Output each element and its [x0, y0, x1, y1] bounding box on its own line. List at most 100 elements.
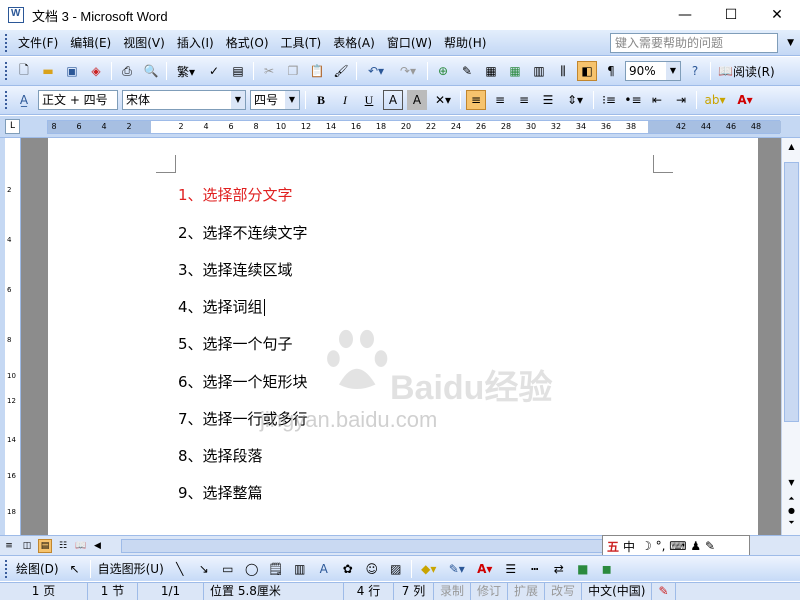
menu-help[interactable]: 帮助(H): [438, 32, 492, 54]
autoshapes-button[interactable]: 自选图形(U): [94, 560, 168, 577]
line-color-icon[interactable]: ✎▾: [445, 559, 469, 579]
oval-tool-icon[interactable]: ◯: [242, 559, 262, 579]
horizontal-scroll-thumb[interactable]: [120, 538, 621, 553]
format-painter-icon[interactable]: 🖌: [331, 61, 351, 81]
minimize-button[interactable]: —: [662, 0, 708, 30]
cut-icon[interactable]: ✂: [259, 61, 279, 81]
toolbar-grip[interactable]: [5, 559, 8, 578]
line-tool-icon[interactable]: ╲: [170, 559, 190, 579]
doc-line-8[interactable]: 8、选择段落: [178, 445, 263, 466]
show-hide-icon[interactable]: ¶: [601, 61, 621, 81]
char-border-icon[interactable]: A: [383, 90, 403, 110]
doc-line-4[interactable]: 4、选择词组: [178, 296, 265, 317]
align-center-icon[interactable]: ≡: [490, 90, 510, 110]
zoom-select[interactable]: 90% ▼: [625, 61, 681, 81]
insert-excel-icon[interactable]: ▦: [505, 61, 525, 81]
decrease-indent-icon[interactable]: ⇤: [647, 90, 667, 110]
chevron-down-icon[interactable]: ▼: [231, 91, 245, 109]
paste-icon[interactable]: 📋: [307, 61, 327, 81]
select-object-icon[interactable]: ↖: [65, 559, 85, 579]
arrow-style-icon[interactable]: ⇄: [549, 559, 569, 579]
tab-selector[interactable]: L: [5, 119, 20, 134]
new-document-icon[interactable]: 🗋: [14, 61, 34, 81]
help-dropdown-icon[interactable]: ▼: [787, 38, 794, 48]
font-select[interactable]: 宋体 ▼: [122, 90, 246, 110]
scroll-left-icon[interactable]: ◀: [94, 541, 101, 551]
traditional-chinese-icon[interactable]: 繁▾: [172, 61, 200, 81]
close-button[interactable]: ✕: [754, 0, 800, 30]
dash-style-icon[interactable]: ┅: [525, 559, 545, 579]
document-page[interactable]: 1、选择部分文字 2、选择不连续文字 3、选择连续区域 4、选择词组 5、选择一…: [48, 138, 758, 535]
status-record[interactable]: 录制: [434, 583, 472, 600]
vertical-ruler[interactable]: 2 4 6 8 10 12 14 16 18: [5, 138, 21, 535]
italic-button[interactable]: I: [335, 90, 355, 110]
menu-file[interactable]: 文件(F): [12, 32, 64, 54]
permission-icon[interactable]: ◈: [86, 61, 106, 81]
doc-line-2[interactable]: 2、选择不连续文字: [178, 222, 308, 243]
menu-tools[interactable]: 工具(T): [275, 32, 328, 54]
toolbar-grip[interactable]: [5, 91, 8, 109]
doc-line-6[interactable]: 6、选择一个矩形块: [178, 371, 308, 392]
scroll-up-icon[interactable]: ▲: [784, 142, 799, 151]
ime-icons[interactable]: ☽ °, ⌨ ♟ ✎: [641, 539, 715, 553]
open-folder-icon[interactable]: ▬: [38, 61, 58, 81]
menu-window[interactable]: 窗口(W): [381, 32, 438, 54]
hyperlink-icon[interactable]: ⊕: [433, 61, 453, 81]
redo-icon[interactable]: ↷▾: [394, 61, 422, 81]
undo-icon[interactable]: ↶▾: [362, 61, 390, 81]
vertical-scrollbar[interactable]: ▲ ▼ ⏶ ● ⏷: [781, 138, 800, 535]
status-track-changes[interactable]: 修订: [471, 583, 509, 600]
outline-view-icon[interactable]: ☷: [56, 539, 70, 553]
status-language[interactable]: 中文(中国): [582, 583, 653, 600]
font-color-icon[interactable]: A▾: [473, 559, 497, 579]
status-extend[interactable]: 扩展: [508, 583, 546, 600]
print-preview-icon[interactable]: 🔍: [141, 61, 161, 81]
reading-view-icon[interactable]: 📖: [74, 539, 88, 553]
drawing-icon[interactable]: ⫼: [553, 61, 573, 81]
chevron-down-icon[interactable]: ▼: [666, 62, 680, 80]
line-style-icon[interactable]: ☰: [501, 559, 521, 579]
help-search-input[interactable]: 键入需要帮助的问题: [610, 33, 778, 53]
arrow-tool-icon[interactable]: ↘: [194, 559, 214, 579]
ime-toolbar[interactable]: 五 中 ☽ °, ⌨ ♟ ✎: [602, 535, 750, 557]
distributed-icon[interactable]: ☰: [538, 90, 558, 110]
toolbar-grip[interactable]: [5, 33, 8, 52]
styles-formatting-icon[interactable]: A̲: [14, 90, 34, 110]
fill-color-icon[interactable]: ◆▾: [417, 559, 441, 579]
columns-icon[interactable]: ▥: [529, 61, 549, 81]
char-scaling-icon[interactable]: ✕▾: [431, 90, 455, 110]
copy-icon[interactable]: ❐: [283, 61, 303, 81]
draw-menu-button[interactable]: 绘图(D): [12, 560, 63, 577]
doc-line-3[interactable]: 3、选择连续区域: [178, 259, 293, 280]
scroll-down-icon[interactable]: ▼: [784, 478, 799, 487]
status-overtype[interactable]: 改写: [545, 583, 583, 600]
align-justify-icon[interactable]: ≡: [466, 90, 486, 110]
wordart-icon[interactable]: A: [314, 559, 334, 579]
shadow-style-icon[interactable]: ■: [573, 559, 593, 579]
prev-page-icon[interactable]: ⏶: [784, 494, 799, 504]
align-right-icon[interactable]: ≡: [514, 90, 534, 110]
bold-button[interactable]: B: [311, 90, 331, 110]
vertical-textbox-icon[interactable]: ▥: [290, 559, 310, 579]
ruler-strip[interactable]: 8 6 4 2 2 4 6 8 10 12 14 16 18 20 22 24 …: [47, 120, 781, 134]
style-select[interactable]: 正文 + 四号: [38, 90, 118, 110]
char-shading-icon[interactable]: A: [407, 90, 427, 110]
insert-picture-icon[interactable]: ▨: [386, 559, 406, 579]
font-color-icon[interactable]: A▾: [732, 90, 758, 110]
doc-line-5[interactable]: 5、选择一个句子: [178, 333, 293, 354]
print-icon[interactable]: ⎙: [117, 61, 137, 81]
normal-view-icon[interactable]: ≡: [2, 539, 16, 553]
read-button[interactable]: 📖 阅读(R): [714, 63, 779, 80]
spelling-check-icon[interactable]: ✓: [204, 61, 224, 81]
scroll-thumb[interactable]: [784, 162, 799, 422]
textbox-icon[interactable]: 🗒: [266, 559, 286, 579]
spelling-status-icon[interactable]: ✎: [652, 583, 676, 600]
menu-edit[interactable]: 编辑(E): [64, 32, 117, 54]
browse-object-icon[interactable]: ●: [784, 506, 799, 515]
maximize-button[interactable]: ☐: [708, 0, 754, 30]
help-icon[interactable]: ?: [685, 61, 705, 81]
line-spacing-icon[interactable]: ⇕▾: [562, 90, 588, 110]
3d-style-icon[interactable]: ◼: [597, 559, 617, 579]
toolbar-grip[interactable]: [5, 62, 8, 80]
numbering-icon[interactable]: ⁝≡: [599, 90, 619, 110]
